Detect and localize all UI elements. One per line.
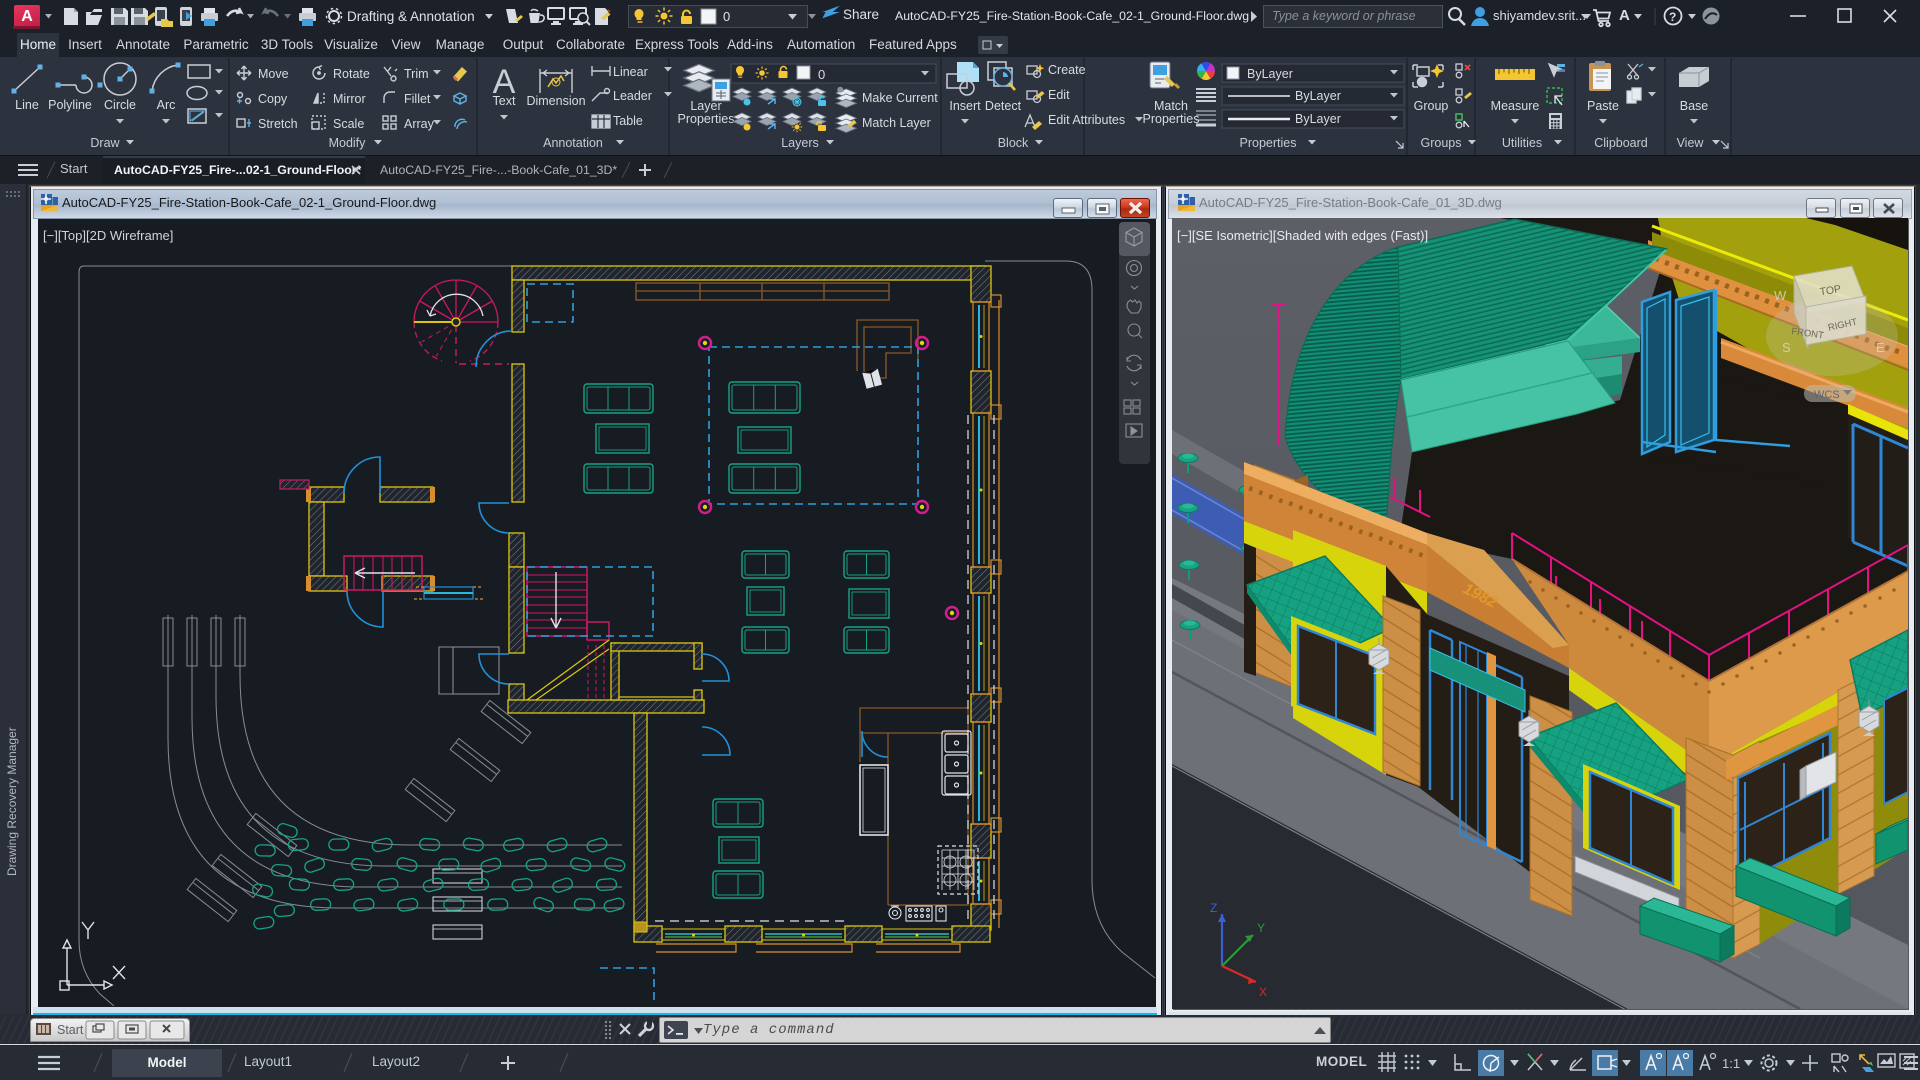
svg-text:Array: Array [404, 117, 435, 131]
svg-text:A: A [1619, 7, 1630, 24]
svg-text:Edit: Edit [1048, 88, 1070, 102]
svg-text:Fillet: Fillet [404, 92, 431, 106]
svg-text:Mirror: Mirror [333, 92, 366, 106]
svg-text:Move: Move [258, 67, 289, 81]
svg-text:Layers: Layers [781, 136, 819, 150]
svg-text:Circle: Circle [104, 98, 136, 112]
svg-text:0: 0 [818, 67, 825, 82]
svg-text:1:1: 1:1 [1722, 1056, 1740, 1071]
svg-text:?: ? [1669, 10, 1676, 24]
svg-text:Group: Group [1414, 99, 1449, 113]
svg-text:Leader: Leader [613, 89, 652, 103]
svg-text:Trim: Trim [404, 67, 429, 81]
svg-text:Rotate: Rotate [333, 67, 370, 81]
svg-text:Start: Start [57, 1023, 84, 1037]
svg-text:Arc: Arc [157, 98, 176, 112]
svg-text:Properties: Properties [1143, 112, 1200, 126]
svg-text:Properties: Properties [678, 112, 735, 126]
svg-text:Dimension: Dimension [526, 94, 585, 108]
svg-text:Utilities: Utilities [1502, 136, 1542, 150]
svg-text:View: View [1677, 136, 1705, 150]
svg-text:Table: Table [613, 114, 643, 128]
svg-text:ByLayer: ByLayer [1295, 89, 1341, 103]
svg-text:Detect: Detect [985, 99, 1022, 113]
svg-text:Insert: Insert [949, 99, 981, 113]
svg-text:[−][Top][2D Wireframe]: [−][Top][2D Wireframe] [43, 228, 173, 243]
svg-text:Polyline: Polyline [48, 98, 92, 112]
svg-text:Line: Line [15, 98, 39, 112]
svg-text:WCS: WCS [1814, 389, 1840, 401]
svg-text:ByLayer: ByLayer [1295, 112, 1341, 126]
svg-text:Stretch: Stretch [258, 117, 298, 131]
svg-text:Make Current: Make Current [862, 91, 938, 105]
svg-text:ByLayer: ByLayer [1247, 67, 1293, 81]
svg-text:Z: Z [1210, 901, 1217, 915]
svg-text:Layer: Layer [690, 99, 721, 113]
svg-text:Annotation: Annotation [543, 136, 603, 150]
svg-text:Modify: Modify [329, 136, 367, 150]
svg-text:Draw: Draw [90, 136, 120, 150]
svg-text:Paste: Paste [1587, 99, 1619, 113]
svg-text:Properties: Properties [1240, 136, 1297, 150]
svg-text:Groups: Groups [1421, 136, 1462, 150]
svg-text:Copy: Copy [258, 92, 288, 106]
svg-text:[−][SE Isometric][Shaded with: [−][SE Isometric][Shaded with edges (Fas… [1177, 228, 1428, 243]
svg-text:W: W [1774, 288, 1787, 303]
svg-text:Block: Block [998, 136, 1029, 150]
svg-text:X: X [1259, 985, 1267, 999]
svg-text:Linear: Linear [613, 65, 648, 79]
svg-text:Drafting & Annotation: Drafting & Annotation [347, 9, 475, 24]
svg-text:Y: Y [1257, 921, 1265, 935]
svg-text:E: E [1876, 340, 1885, 355]
svg-text:Match: Match [1154, 99, 1188, 113]
svg-text:Measure: Measure [1491, 99, 1540, 113]
svg-text:0: 0 [723, 9, 730, 24]
svg-text:Text: Text [493, 94, 516, 108]
svg-text:Scale: Scale [333, 117, 364, 131]
svg-text:Match Layer: Match Layer [862, 116, 931, 130]
svg-text:S: S [1782, 340, 1791, 355]
svg-text:Edit Attributes: Edit Attributes [1048, 113, 1125, 127]
svg-text:Clipboard: Clipboard [1594, 136, 1648, 150]
svg-text:Base: Base [1680, 99, 1709, 113]
svg-text:Create: Create [1048, 63, 1086, 77]
